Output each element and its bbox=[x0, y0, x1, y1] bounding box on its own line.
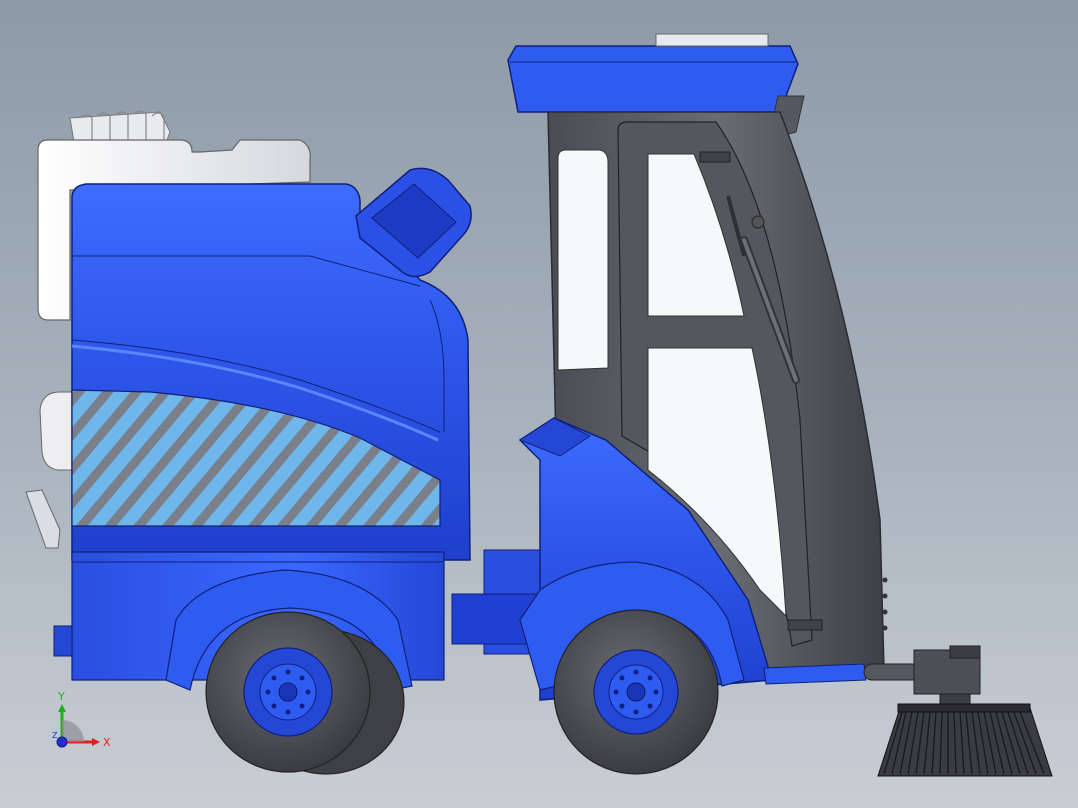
coordinate-triad: X Y Z bbox=[52, 690, 111, 749]
x-axis-arrow bbox=[92, 738, 100, 746]
side-brush bbox=[863, 645, 1053, 777]
sweeper-model-drawing: X Y Z bbox=[25, 33, 1053, 777]
z-axis-dot bbox=[56, 736, 68, 748]
x-axis-label: X bbox=[103, 736, 111, 749]
cad-viewport[interactable]: X Y Z bbox=[0, 0, 1078, 808]
y-axis-label: Y bbox=[57, 690, 65, 703]
z-axis-label: Z bbox=[52, 731, 58, 740]
y-axis-arrow bbox=[58, 704, 66, 712]
front-wheel bbox=[553, 609, 719, 775]
